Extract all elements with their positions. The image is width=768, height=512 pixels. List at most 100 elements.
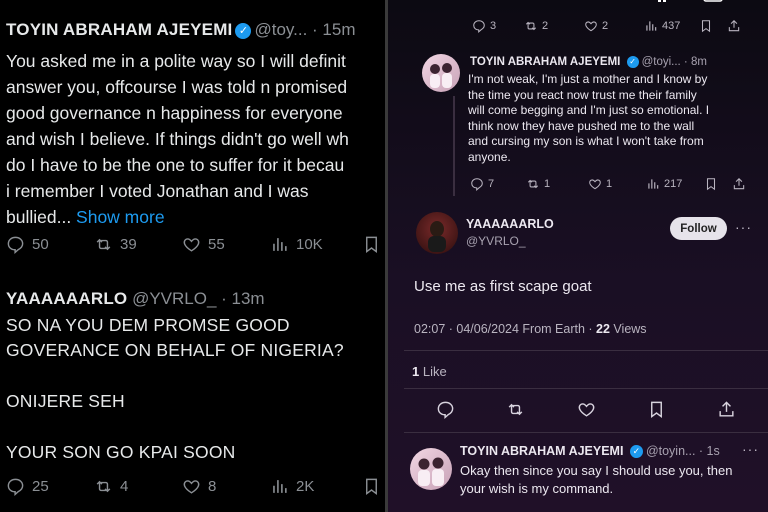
tweet-timestamp: 02:07 · 04/06/2024 From Earth · <box>414 322 597 336</box>
tweet1-line: and wish I believe. If things didn't go … <box>6 129 349 149</box>
tweet1-header: TOYIN ABRAHAM AJEYEMI ✓ @toy... · 15m <box>6 20 356 40</box>
reply-button[interactable]: 3 <box>472 19 524 33</box>
heart-icon <box>182 477 201 496</box>
reply2-line: Okay then since you say I should use you… <box>460 463 733 478</box>
more-options-icon[interactable]: ··· <box>742 441 759 457</box>
views-icon <box>270 235 289 254</box>
views-button[interactable]: 437 <box>644 19 699 33</box>
verified-badge-icon: ✓ <box>235 23 252 39</box>
reply1-line: the time you react now trust me their fa… <box>468 87 697 102</box>
reply-count: 7 <box>488 178 495 190</box>
reply2-text: Okay then since you say I should use you… <box>460 462 732 498</box>
reply1-line: think now they have pushed me to the wal… <box>468 118 695 133</box>
repost-button[interactable]: 1 <box>526 177 588 191</box>
reply1-line: and cursing my son is what I won't take … <box>468 134 704 148</box>
views-label: Views <box>609 322 647 336</box>
bookmark-button[interactable] <box>362 477 381 496</box>
heart-icon <box>584 19 598 33</box>
verified-badge-icon: ✓ <box>629 445 643 458</box>
avatar[interactable] <box>422 54 460 92</box>
divider <box>404 388 768 389</box>
reply2-line: your wish is my command. <box>460 481 614 496</box>
reply1-line: anyone. <box>468 149 511 164</box>
reply-icon[interactable] <box>436 400 455 419</box>
reply1-author-name[interactable]: TOYIN ABRAHAM AJEYEMI <box>470 56 620 68</box>
view-count: 10K <box>296 236 323 253</box>
heart-icon <box>588 177 602 191</box>
views-icon <box>646 177 660 191</box>
view-count: 22 <box>596 322 610 336</box>
repost-icon <box>524 19 538 33</box>
tweet2-handle-time[interactable]: @YVRLO_ · 13m <box>132 289 265 308</box>
tweet-meta: 02:07 · 04/06/2024 From Earth · 22 Views <box>414 322 647 336</box>
tweet1-line: i remember I voted Jonathan and I was <box>6 181 309 201</box>
repost-count: 1 <box>544 178 551 190</box>
share-button[interactable] <box>732 177 746 191</box>
tweet1-actions: 50 39 55 10K <box>6 235 381 254</box>
repost-icon <box>94 235 113 254</box>
repost-button[interactable]: 2 <box>524 19 584 33</box>
repost-button[interactable]: 39 <box>94 235 182 254</box>
bookmark-button[interactable] <box>704 177 732 191</box>
tweet1-last-line: bullied... Show more <box>6 204 349 230</box>
views-button[interactable]: 10K <box>270 235 362 254</box>
views-button[interactable]: 2K <box>270 477 362 496</box>
views-button[interactable]: 217 <box>646 177 704 191</box>
main-author-name-text[interactable]: YAAAAAARLO <box>466 217 554 231</box>
share-icon <box>732 177 746 191</box>
reply1-actions: 7 1 1 217 <box>470 177 746 191</box>
reply-count: 50 <box>32 236 49 253</box>
tweet2-actions: 25 4 8 2K <box>6 477 381 496</box>
repost-count: 2 <box>542 20 549 32</box>
reply-count: 25 <box>32 478 49 495</box>
reply-button[interactable]: 25 <box>6 477 94 496</box>
tweet2-author-name[interactable]: YAAAAAARLO <box>6 289 127 308</box>
tweet1-author-name[interactable]: TOYIN ABRAHAM AJEYEMI <box>6 20 232 39</box>
verified-badge-icon: ✓ <box>626 56 639 68</box>
share-button[interactable] <box>727 19 741 33</box>
repost-count: 39 <box>120 236 137 253</box>
reply1-line: I'm not weak, I'm just a mother and I kn… <box>468 72 708 86</box>
like-button[interactable]: 1 <box>588 177 646 191</box>
bookmark-icon[interactable] <box>647 400 666 419</box>
tweet2-line: ONIJERE SEH <box>6 391 125 411</box>
reply1-handle-time[interactable]: @toyi... · 8m <box>642 56 707 68</box>
reply-button[interactable]: 7 <box>470 177 526 191</box>
like-button[interactable]: 55 <box>182 235 270 254</box>
view-count: 2K <box>296 478 315 495</box>
follow-button[interactable]: Follow <box>670 217 727 240</box>
repost-button[interactable]: 4 <box>94 477 182 496</box>
avatar-image <box>428 221 446 252</box>
main-tweet-actions <box>436 400 736 419</box>
heart-icon[interactable] <box>577 400 596 419</box>
reply-count: 3 <box>490 20 497 32</box>
reply2-author-name[interactable]: TOYIN ABRAHAM AJEYEMI <box>460 444 623 458</box>
like-button[interactable]: 8 <box>182 477 270 496</box>
repost-count: 4 <box>120 478 129 495</box>
reply2-handle-time[interactable]: @toyin... · 1s <box>646 444 720 458</box>
likes-summary[interactable]: 1 Like <box>412 364 447 379</box>
share-icon <box>727 19 741 33</box>
main-tweet-text: Use me as first scape goat <box>414 278 592 295</box>
bookmark-button[interactable] <box>362 235 381 254</box>
main-handle-text[interactable]: @YVRLO_ <box>466 234 526 248</box>
reply1-text: I'm not weak, I'm just a mother and I kn… <box>468 72 709 165</box>
divider <box>404 432 768 433</box>
tweet2-line: GOVERANCE ON BEHALF OF NIGERIA? <box>6 340 344 360</box>
share-icon[interactable] <box>717 400 736 419</box>
tweet1-handle-time[interactable]: @toy... · 15m <box>254 20 355 39</box>
main-author-name: YAAAAAARLO <box>466 217 554 231</box>
like-button[interactable]: 2 <box>584 19 644 33</box>
avatar[interactable] <box>410 448 452 490</box>
bookmark-icon <box>699 19 713 33</box>
reply-icon <box>6 235 25 254</box>
avatar[interactable] <box>416 212 458 254</box>
tweet1-line: bullied... <box>6 207 77 227</box>
reply-button[interactable]: 50 <box>6 235 94 254</box>
show-more-link[interactable]: Show more <box>76 207 165 227</box>
more-options-icon[interactable]: ··· <box>735 219 752 235</box>
main-author-handle: @YVRLO_ <box>466 234 526 248</box>
bookmark-button[interactable] <box>699 19 727 33</box>
repost-icon[interactable] <box>506 400 525 419</box>
likes-label: Like <box>419 364 447 379</box>
